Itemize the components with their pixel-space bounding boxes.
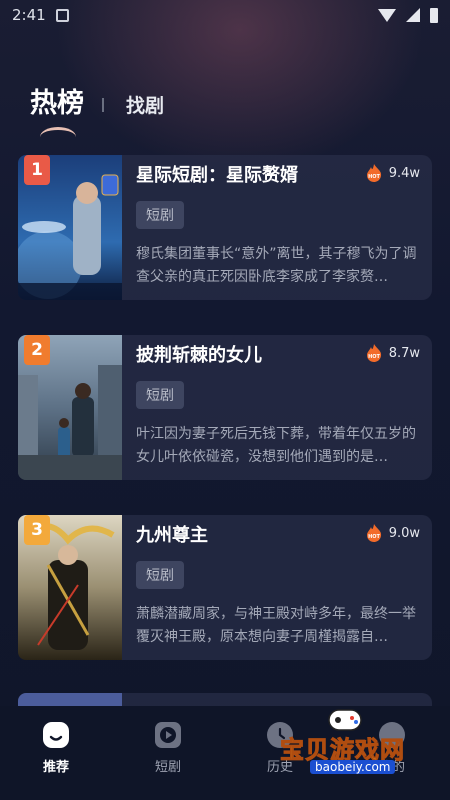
hot-icon: HOT bbox=[366, 344, 381, 362]
drama-cover-image: 3 bbox=[18, 515, 122, 660]
svg-text:HOT: HOT bbox=[368, 354, 380, 360]
status-time: 2:41 bbox=[12, 6, 46, 24]
tab-find-drama[interactable]: 找剧 bbox=[126, 91, 164, 118]
top-tabs: 热榜 找剧 bbox=[30, 70, 164, 130]
home-icon bbox=[43, 722, 69, 748]
tab-hot-list[interactable]: 热榜 bbox=[30, 81, 84, 130]
drama-info: 星际短剧：星际赘婿 HOT 9.4w 短剧 穆氏集团董事长“意外”离世，其子穆飞… bbox=[122, 155, 432, 300]
hot-icon: HOT bbox=[366, 164, 381, 182]
drama-card[interactable]: 2 披荆斩棘的女儿 HOT 8.7w 短剧 叶江因为妻子死后无钱下葬，带着年仅五… bbox=[18, 335, 432, 480]
wifi-icon bbox=[378, 8, 396, 22]
nav-drama[interactable]: 短剧 bbox=[112, 706, 224, 800]
genre-tag: 短剧 bbox=[136, 201, 184, 229]
drama-info: 披荆斩棘的女儿 HOT 8.7w 短剧 叶江因为妻子死后无钱下葬，带着年仅五岁的… bbox=[122, 335, 432, 480]
nav-recommend-label: 推荐 bbox=[42, 760, 69, 775]
gamepad-icon bbox=[328, 709, 362, 731]
signal-icon bbox=[406, 8, 420, 22]
drama-card[interactable]: 1 星际短剧：星际赘婿 HOT 9.4w 短剧 穆氏集团董事长“意外”离世，其子… bbox=[18, 155, 432, 300]
drama-cover-image: 1 bbox=[18, 155, 122, 300]
drama-cover-image: 2 bbox=[18, 335, 122, 480]
heat-count: HOT 9.4w bbox=[365, 163, 420, 183]
drama-card[interactable]: 3 九州尊主 HOT 9.0w 短剧 萧麟潜藏周家，与神王殿对峙多年，最终一举覆… bbox=[18, 515, 432, 660]
drama-info: 九州尊主 HOT 9.0w 短剧 萧麟潜藏周家，与神王殿对峙多年，最终一举覆灭神… bbox=[122, 515, 432, 660]
heat-count: HOT 8.7w bbox=[365, 343, 420, 363]
status-bar: 2:41 bbox=[0, 0, 450, 30]
drama-description: 穆氏集团董事长“意外”离世，其子穆飞为了调查父亲的真正死因卧底李家成了李家赘… bbox=[136, 246, 417, 285]
tab-find-drama-label: 找剧 bbox=[126, 95, 165, 117]
genre-tag: 短剧 bbox=[136, 381, 184, 409]
rank-badge: 3 bbox=[24, 515, 50, 545]
heat-value: 9.0w bbox=[388, 525, 420, 541]
tab-hot-list-label: 热榜 bbox=[30, 88, 84, 119]
battery-icon bbox=[430, 7, 438, 23]
drama-description: 萧麟潜藏周家，与神王殿对峙多年，最终一举覆灭神王殿，原本想向妻子周槿揭露自… bbox=[136, 606, 416, 645]
play-icon bbox=[155, 722, 181, 748]
tab-divider bbox=[102, 98, 104, 112]
rank-badge: 2 bbox=[24, 335, 50, 365]
nav-drama-label: 短剧 bbox=[154, 760, 181, 775]
svg-text:HOT: HOT bbox=[368, 174, 380, 180]
drama-description: 叶江因为妻子死后无钱下葬，带着年仅五岁的女儿叶依依碰瓷，没想到他们遇到的是… bbox=[136, 426, 416, 465]
heat-value: 9.4w bbox=[388, 165, 420, 181]
nav-recommend[interactable]: 推荐 bbox=[0, 706, 112, 800]
svg-text:HOT: HOT bbox=[368, 534, 380, 540]
rank-badge: 1 bbox=[24, 155, 50, 185]
watermark-url: baobeiy.com bbox=[310, 760, 396, 774]
drama-list: 1 星际短剧：星际赘婿 HOT 9.4w 短剧 穆氏集团董事长“意外”离世，其子… bbox=[18, 155, 432, 695]
notification-icon bbox=[55, 8, 69, 22]
heat-value: 8.7w bbox=[388, 345, 420, 361]
hot-icon: HOT bbox=[366, 524, 381, 542]
site-watermark: 宝贝游戏网 baobeiy.com bbox=[280, 700, 430, 790]
heat-count: HOT 9.0w bbox=[365, 523, 420, 543]
status-icons bbox=[378, 7, 438, 23]
genre-tag: 短剧 bbox=[136, 561, 184, 589]
